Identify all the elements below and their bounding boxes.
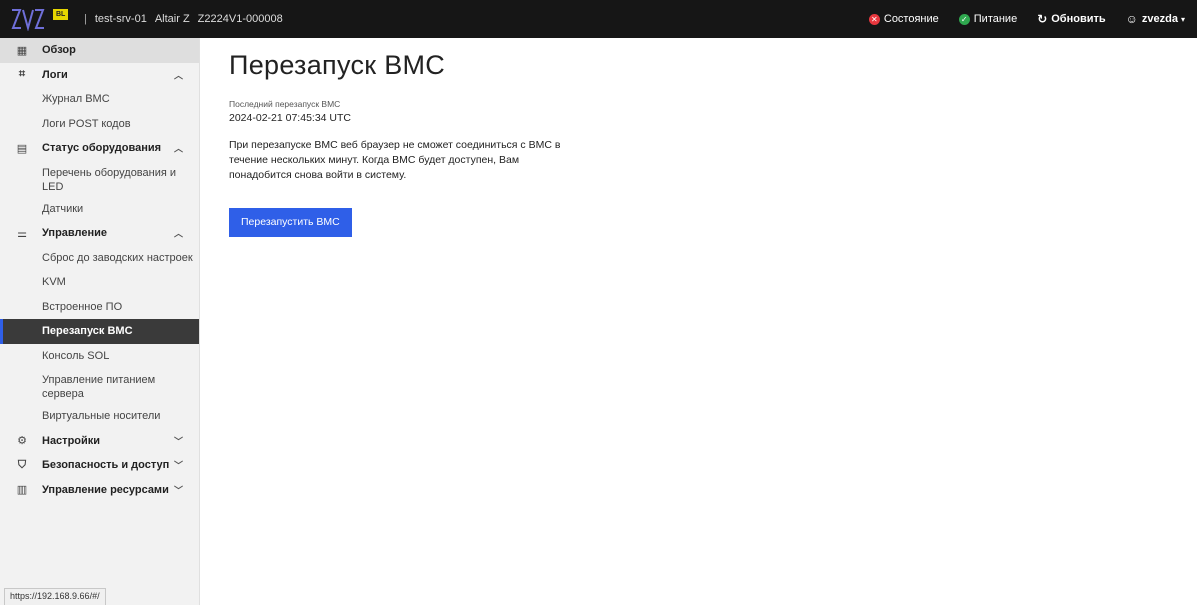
- health-status-label: Состояние: [883, 13, 939, 25]
- health-status-button[interactable]: ✕ Состояние: [868, 13, 939, 25]
- nav-kvm[interactable]: KVM: [0, 270, 199, 295]
- nav-sensors[interactable]: Датчики: [0, 197, 199, 222]
- nav-label: Сброс до заводских настроек: [42, 251, 193, 264]
- logo-badge: BL: [53, 9, 69, 20]
- chevron-down-icon: ﹀: [173, 460, 183, 471]
- user-icon: ☺: [1125, 12, 1138, 26]
- nav-label: Журнал BMC: [42, 93, 110, 106]
- nav-label: Встроенное ПО: [42, 300, 123, 313]
- power-status-button[interactable]: ✓ Питание: [958, 13, 1018, 25]
- nav-inventory-led[interactable]: Перечень оборудования и LED: [0, 161, 199, 197]
- user-label: zvezda: [1141, 13, 1178, 25]
- ok-status-icon: ✓: [958, 13, 970, 25]
- nav-settings-label: Настройки: [42, 434, 101, 447]
- nav-server-power[interactable]: Управление питанием сервера: [0, 368, 199, 404]
- top-header: BL | test-srv-01 Altair Z Z2224V1-000008…: [0, 0, 1197, 38]
- nav-label: Управление питанием сервера: [42, 374, 156, 400]
- logs-icon: ⌗: [18, 68, 26, 81]
- chevron-up-icon: ︿: [173, 228, 183, 239]
- nav-control-label: Управление: [42, 227, 108, 240]
- error-status-icon: ✕: [868, 13, 880, 25]
- gear-icon: ⚙: [17, 435, 27, 448]
- last-reboot-value: 2024-02-21 07:45:34 UTC: [229, 112, 351, 124]
- serial-number: Z2224V1-000008: [197, 13, 283, 25]
- refresh-button[interactable]: ↻ Обновить: [1037, 12, 1105, 26]
- nav-post-codes[interactable]: Логи POST кодов: [0, 112, 199, 137]
- user-menu-button[interactable]: ☺ zvezda ▾: [1126, 12, 1185, 26]
- nav-label: Виртуальные носители: [42, 410, 161, 423]
- nav-security-label: Безопасность и доступ: [42, 459, 170, 472]
- chevron-down-icon: ﹀: [173, 485, 183, 496]
- shield-icon: ⛉: [17, 458, 27, 471]
- caret-down-icon: ▾: [1180, 14, 1185, 24]
- power-status-label: Питание: [973, 13, 1018, 25]
- nav-control[interactable]: ⚌ Управление ︿: [0, 221, 199, 246]
- reboot-description: При перезапуске BMC веб браузер не сможе…: [229, 139, 561, 181]
- nav-label: Перечень оборудования и LED: [42, 166, 177, 193]
- nav-sol-console[interactable]: Консоль SOL: [0, 344, 199, 369]
- chevron-down-icon: ﹀: [173, 436, 183, 447]
- nav-logs[interactable]: ⌗ Логи ︿: [0, 63, 199, 88]
- page-title: Перезапуск BMC: [229, 50, 446, 80]
- server-model: Altair Z: [154, 13, 190, 25]
- chevron-up-icon: ︿: [173, 143, 183, 154]
- header-separator: |: [84, 13, 87, 25]
- nav-virtual-media[interactable]: Виртуальные носители: [0, 404, 199, 429]
- nav-bmc-log[interactable]: Журнал BMC: [0, 87, 199, 112]
- nav-settings[interactable]: ⚙ Настройки ﹀: [0, 429, 199, 454]
- nav-resources-label: Управление ресурсами: [42, 483, 169, 496]
- nav-hardware-label: Статус оборудования: [42, 142, 162, 155]
- nav-factory-reset[interactable]: Сброс до заводских настроек: [0, 246, 199, 271]
- nav-label: Датчики: [42, 202, 84, 215]
- reboot-bmc-button[interactable]: Перезапустить BMC: [229, 208, 352, 237]
- last-reboot-label: Последний перезапуск BMC: [229, 99, 341, 109]
- nav-firmware[interactable]: Встроенное ПО: [0, 295, 199, 320]
- hostname: test-srv-01: [94, 13, 147, 25]
- chevron-up-icon: ︿: [173, 70, 183, 81]
- sliders-icon: ⚌: [17, 227, 27, 240]
- dashboard-icon: ▦: [16, 44, 28, 57]
- nav-resources[interactable]: ▥ Управление ресурсами ﹀: [0, 478, 199, 503]
- resources-icon: ▥: [16, 484, 28, 497]
- nav-reboot-bmc[interactable]: Перезапуск BMC: [0, 319, 199, 344]
- brand-logo[interactable]: BL: [10, 5, 80, 33]
- nav-label: Перезапуск BMC: [42, 325, 133, 338]
- nav-label: KVM: [42, 276, 66, 289]
- clipboard-icon: ▤: [16, 142, 28, 155]
- status-url-bar: https://192.168.9.66/#/: [4, 588, 106, 605]
- nav-hardware-status[interactable]: ▤ Статус оборудования ︿: [0, 136, 199, 161]
- nav-logs-label: Логи: [42, 68, 68, 81]
- main-content: Перезапуск BMC Последний перезапуск BMC …: [229, 50, 1169, 237]
- nav-label: Консоль SOL: [42, 349, 110, 362]
- sidebar-nav: ▦ Обзор ⌗ Логи ︿ Журнал BMC Логи POST ко…: [0, 38, 200, 605]
- nav-security[interactable]: ⛉ Безопасность и доступ ﹀: [0, 453, 199, 478]
- nav-label: Логи POST кодов: [42, 117, 131, 130]
- nav-overview-label: Обзор: [42, 44, 76, 57]
- refresh-icon: ↻: [1037, 12, 1048, 26]
- refresh-label: Обновить: [1051, 13, 1106, 25]
- nav-overview[interactable]: ▦ Обзор: [0, 38, 199, 63]
